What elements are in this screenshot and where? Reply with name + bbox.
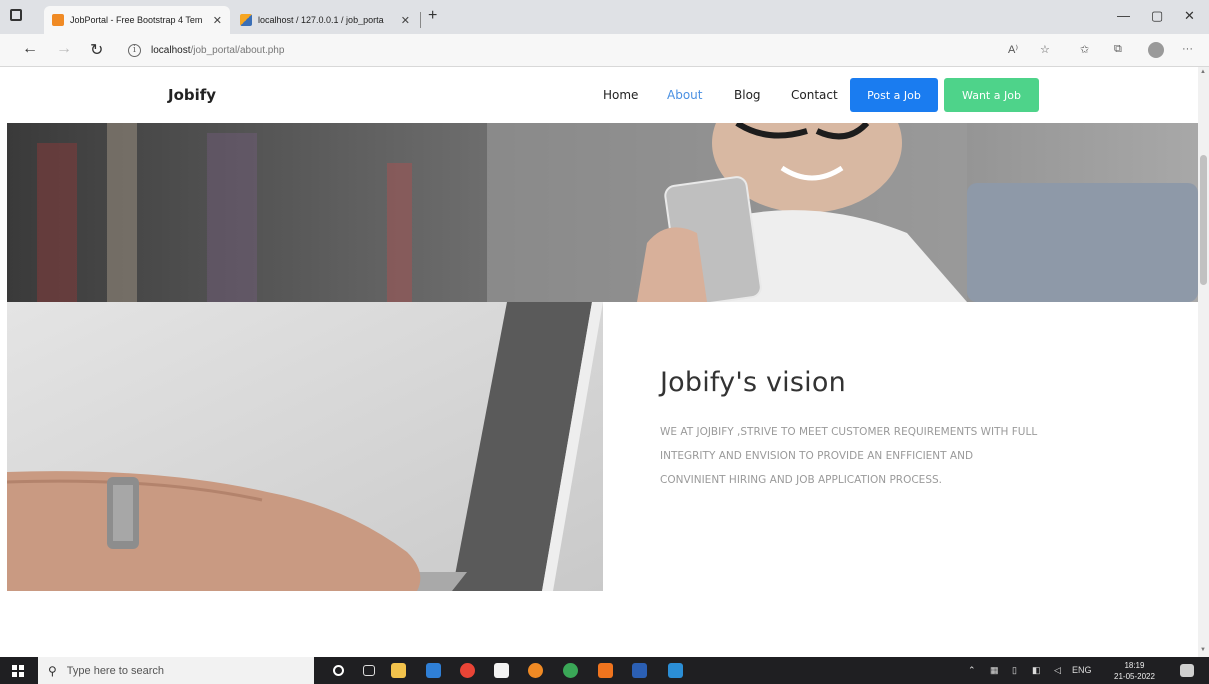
vision-section: Jobify's vision WE AT JOJBIFY ,STRIVE TO… bbox=[660, 367, 1040, 492]
profile-avatar[interactable] bbox=[1148, 42, 1164, 58]
clock-date: 21-05-2022 bbox=[1114, 672, 1155, 681]
nav-blog-link[interactable]: Blog bbox=[734, 88, 761, 102]
tab-separator bbox=[420, 12, 421, 28]
refresh-icon[interactable]: ↻ bbox=[90, 40, 103, 60]
url-field[interactable]: i localhost /job_portal/about.php bbox=[128, 39, 1048, 61]
chrome-icon[interactable] bbox=[460, 663, 475, 678]
favorites-icon[interactable]: ✩ bbox=[1080, 43, 1089, 56]
laptop-photo-illustration bbox=[7, 302, 603, 591]
tab-jobportal[interactable]: JobPortal - Free Bootstrap 4 Tem ✕ bbox=[44, 6, 230, 34]
jobportal-favicon-icon bbox=[52, 14, 64, 26]
site-brand-logo[interactable]: Jobify bbox=[168, 86, 216, 104]
network-icon[interactable]: ▦ bbox=[990, 665, 999, 676]
url-host: localhost bbox=[151, 44, 191, 56]
address-bar-row: ← → ↻ i localhost /job_portal/about.php … bbox=[0, 34, 1209, 67]
close-window-icon[interactable]: ✕ bbox=[1184, 8, 1195, 24]
vision-description: WE AT JOJBIFY ,STRIVE TO MEET CUSTOMER R… bbox=[660, 426, 1038, 486]
scroll-down-icon[interactable]: ▼ bbox=[1200, 647, 1206, 653]
mail-icon[interactable] bbox=[426, 663, 441, 678]
nav-about-link[interactable]: About bbox=[667, 88, 702, 102]
language-indicator[interactable]: ENG bbox=[1072, 665, 1092, 675]
nav-home-link[interactable]: Home bbox=[603, 88, 638, 102]
want-a-job-button[interactable]: Want a Job bbox=[944, 78, 1039, 112]
notifications-icon[interactable] bbox=[1180, 664, 1194, 677]
tab-title: JobPortal - Free Bootstrap 4 Tem bbox=[70, 15, 203, 25]
notepad-icon[interactable] bbox=[494, 663, 509, 678]
word-icon[interactable] bbox=[632, 663, 647, 678]
browser-tab-strip: JobPortal - Free Bootstrap 4 Tem ✕ local… bbox=[0, 0, 1209, 34]
favorite-star-icon[interactable]: ☆ bbox=[1040, 43, 1050, 56]
more-menu-icon[interactable]: ··· bbox=[1182, 43, 1193, 55]
tab-phpmyadmin[interactable]: localhost / 127.0.0.1 / job_porta ✕ bbox=[232, 6, 418, 34]
tray-chevron-icon[interactable]: ⌃ bbox=[968, 665, 976, 676]
taskbar-search-box[interactable]: ⚲ Type here to search bbox=[38, 657, 314, 684]
search-icon: ⚲ bbox=[48, 663, 57, 678]
battery-icon[interactable]: ▯ bbox=[1012, 665, 1017, 676]
about-laptop-image bbox=[7, 302, 603, 591]
scroll-up-icon[interactable]: ▲ bbox=[1200, 69, 1206, 75]
windows-taskbar: ⚲ Type here to search ⌃ ▦ ▯ ◧ ◁ ENG 18:1… bbox=[0, 657, 1209, 684]
collections-icon[interactable]: ⧉ bbox=[1114, 43, 1122, 56]
vision-heading: Jobify's vision bbox=[660, 367, 846, 398]
page-viewport: Jobify Home About Blog Contact Post a Jo… bbox=[0, 67, 1198, 657]
cortana-icon[interactable] bbox=[333, 665, 344, 676]
firefox-icon[interactable] bbox=[528, 663, 543, 678]
scrollbar-thumb[interactable] bbox=[1200, 155, 1207, 285]
tab-title: localhost / 127.0.0.1 / job_porta bbox=[258, 15, 384, 25]
read-aloud-icon[interactable]: A⁾ bbox=[1008, 43, 1018, 56]
back-icon[interactable]: ← bbox=[22, 40, 38, 58]
page-scrollbar[interactable]: ▲ ▼ bbox=[1198, 67, 1209, 657]
tab-close-icon[interactable]: ✕ bbox=[401, 14, 410, 27]
chrome-alt-icon[interactable] bbox=[563, 663, 578, 678]
phpmyadmin-favicon-icon bbox=[240, 14, 252, 26]
tab-actions-icon[interactable] bbox=[10, 9, 26, 25]
windows-start-icon[interactable] bbox=[12, 665, 24, 677]
task-view-icon[interactable] bbox=[363, 665, 375, 676]
taskbar-search-placeholder: Type here to search bbox=[66, 664, 165, 677]
forward-icon[interactable]: → bbox=[56, 40, 72, 58]
post-a-job-button[interactable]: Post a Job bbox=[850, 78, 938, 112]
site-navbar: Jobify Home About Blog Contact Post a Jo… bbox=[0, 67, 1198, 123]
clock-time: 18:19 bbox=[1124, 661, 1145, 670]
hero-photo-illustration bbox=[7, 123, 1198, 302]
hero-banner-image bbox=[7, 123, 1198, 302]
volume-icon[interactable]: ◁ bbox=[1054, 665, 1061, 676]
site-info-icon[interactable]: i bbox=[128, 43, 141, 57]
tab-close-icon[interactable]: ✕ bbox=[213, 14, 222, 27]
url-path: /job_portal/about.php bbox=[190, 44, 285, 56]
new-tab-icon[interactable]: + bbox=[428, 7, 437, 25]
minimize-icon[interactable]: — bbox=[1117, 8, 1130, 23]
taskbar-clock[interactable]: 18:19 21-05-2022 bbox=[1114, 660, 1155, 682]
file-explorer-icon[interactable] bbox=[391, 663, 406, 678]
xampp-icon[interactable] bbox=[598, 663, 613, 678]
maximize-icon[interactable]: ▢ bbox=[1151, 8, 1163, 24]
photos-icon[interactable] bbox=[668, 663, 683, 678]
app-tray-icon[interactable]: ◧ bbox=[1032, 665, 1041, 676]
nav-contact-link[interactable]: Contact bbox=[791, 88, 838, 102]
